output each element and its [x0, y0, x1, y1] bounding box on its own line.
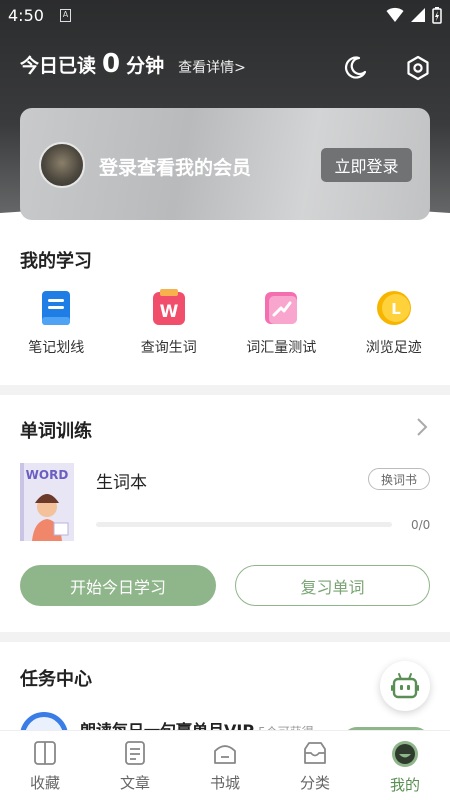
book-cover-text: WORD [26, 468, 69, 482]
vocab-progress-bar [96, 522, 392, 527]
wifi-icon [386, 7, 404, 22]
article-icon [125, 741, 145, 765]
view-details-link[interactable]: 查看详情> [178, 57, 246, 77]
signal-icon [411, 8, 425, 22]
nav-item-profile[interactable]: 我的 [360, 731, 450, 800]
study-items: 笔记划线 W 查询生词 词汇量测试 L 浏览足迹 [0, 289, 450, 357]
nav-item-category[interactable]: 分类 [270, 731, 360, 800]
study-item-label: 浏览足迹 [365, 340, 422, 356]
word-training-section: 单词训练 WORD 生词本 换词书 0/0 开始今日学习 复习单词 [0, 395, 450, 632]
study-item-vocab-test[interactable]: 词汇量测试 [225, 289, 338, 357]
study-item-label: 笔记划线 [28, 340, 85, 356]
reading-prefix: 今日已读 [20, 55, 97, 77]
task-center-title: 任务中心 [20, 669, 92, 690]
bookmark-icon [34, 741, 56, 765]
profile-icon [392, 741, 418, 767]
study-item-history[interactable]: L 浏览足迹 [338, 289, 450, 357]
assistant-robot-button[interactable] [380, 661, 430, 711]
vocab-book-title: 生词本 [96, 473, 147, 493]
study-item-notes[interactable]: 笔记划线 [0, 289, 113, 357]
nav-item-bookstore[interactable]: 书城 [180, 731, 270, 800]
reading-suffix: 分钟 [126, 55, 165, 77]
notification-icon: A [60, 9, 71, 22]
bottom-nav: 收藏 文章 书城 分类 我的 [0, 730, 450, 800]
change-book-button[interactable]: 换词书 [368, 468, 430, 490]
moon-icon[interactable] [342, 55, 368, 85]
study-item-label: 查询生词 [140, 340, 197, 356]
nav-item-label: 文章 [119, 774, 150, 792]
study-item-lookup[interactable]: W 查询生词 [113, 289, 226, 357]
robot-icon [391, 673, 419, 699]
svg-text:L: L [391, 300, 401, 318]
member-login-text: 登录查看我的会员 [99, 157, 252, 179]
login-button[interactable]: 立即登录 [321, 148, 412, 182]
nav-item-label: 书城 [209, 774, 240, 792]
category-icon [304, 742, 326, 764]
vocab-progress-text: 0/0 [411, 518, 431, 532]
reading-summary: 今日已读 0 分钟 查看详情> [20, 49, 246, 79]
svg-text:W: W [159, 302, 178, 322]
system-icons [386, 6, 442, 24]
settings-icon[interactable] [405, 55, 431, 85]
avatar[interactable] [39, 142, 85, 188]
member-card[interactable]: 登录查看我的会员 立即登录 [20, 108, 430, 220]
vocab-book-cover[interactable]: WORD [20, 463, 74, 541]
study-item-label: 词汇量测试 [246, 340, 317, 356]
nav-item-articles[interactable]: 文章 [90, 731, 180, 800]
start-study-button[interactable]: 开始今日学习 [20, 565, 216, 606]
chevron-right-icon[interactable] [416, 417, 428, 437]
history-icon: L [376, 291, 411, 325]
my-study-title: 我的学习 [20, 251, 92, 272]
bookstore-icon [214, 745, 236, 764]
review-words-button[interactable]: 复习单词 [235, 565, 430, 606]
notes-icon [42, 291, 71, 325]
reading-minutes: 0 [102, 49, 121, 79]
battery-icon [432, 7, 442, 24]
word-training-title: 单词训练 [20, 421, 92, 442]
word-lookup-icon: W [152, 289, 185, 325]
nav-item-label: 收藏 [29, 774, 60, 792]
my-study-section: 我的学习 笔记划线 W 查询生词 词汇量测试 L 浏览足迹 [0, 225, 450, 385]
status-time: 4:50 [8, 6, 44, 25]
vocab-test-icon [265, 292, 298, 324]
nav-item-label: 我的 [389, 776, 420, 794]
status-bar: 4:50 A [0, 0, 450, 32]
nav-item-favorites[interactable]: 收藏 [0, 731, 90, 800]
nav-item-label: 分类 [299, 774, 330, 792]
